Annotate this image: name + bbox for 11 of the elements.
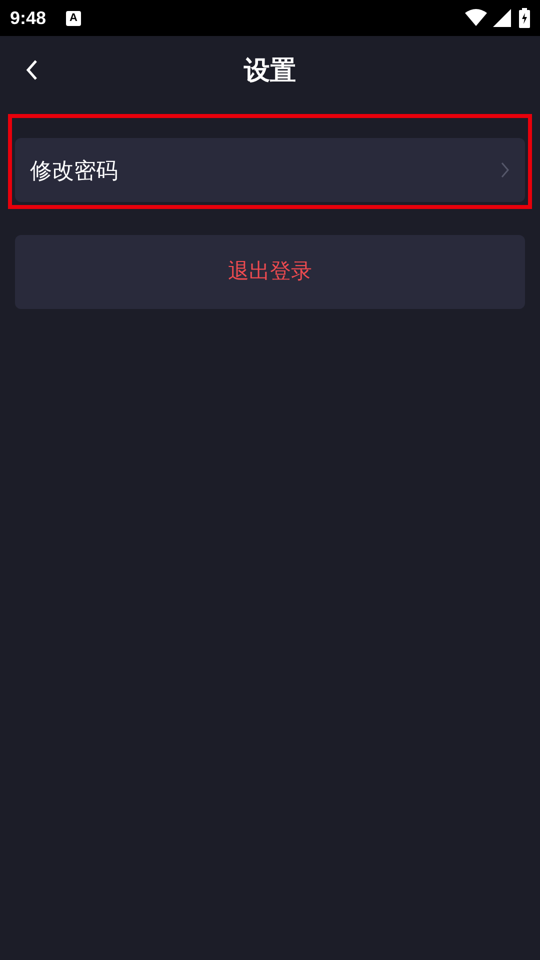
- menu-label: 修改密码: [30, 156, 118, 184]
- signal-icon: [493, 9, 511, 27]
- logout-button[interactable]: 退出登录: [15, 235, 525, 309]
- notification-icon: A: [66, 10, 82, 26]
- wifi-icon: [465, 9, 487, 27]
- status-time: 9:48: [10, 6, 46, 30]
- battery-icon: [519, 8, 530, 28]
- page-title: 设置: [244, 54, 296, 86]
- back-icon: [25, 59, 39, 81]
- chevron-right-icon: [500, 162, 510, 178]
- menu-row[interactable]: 修改密码: [15, 138, 525, 202]
